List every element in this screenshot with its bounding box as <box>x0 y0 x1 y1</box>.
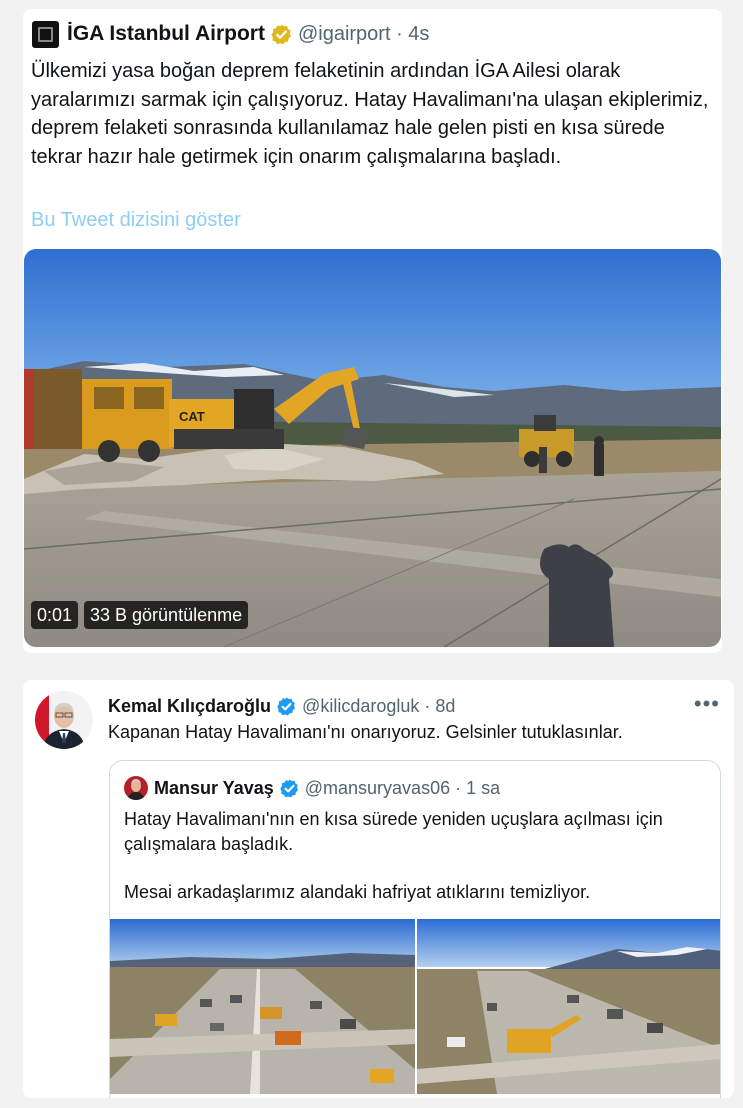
quoted-text-paragraph-2: Mesai arkadaşlarımız alandaki hafriyat a… <box>124 882 591 902</box>
verified-blue-icon <box>280 778 298 798</box>
tweet-card-kilicdarogluk[interactable]: Kemal Kılıçdaroğlu @kilicdarogluk · 8d •… <box>23 680 734 1098</box>
verified-blue-icon <box>277 696 296 716</box>
quoted-photo-grid <box>110 919 720 1094</box>
kilicdaroglu-avatar-image <box>35 691 93 749</box>
author-handle-time[interactable]: @igairport · 4s <box>298 23 429 46</box>
quoted-photo-1[interactable] <box>110 919 415 1094</box>
author-name[interactable]: Kemal Kılıçdaroğlu <box>108 696 271 717</box>
aerial-runway-photo-1 <box>110 919 415 1094</box>
yavas-avatar-image <box>124 776 148 800</box>
verified-gold-icon <box>271 23 291 44</box>
tweet-text: Kapanan Hatay Havalimanı'nı onarıyoruz. … <box>108 722 623 742</box>
author-name[interactable]: İGA Istanbul Airport <box>67 22 265 46</box>
tweet-header: İGA Istanbul Airport @igairport · 4s <box>32 20 429 48</box>
video-thumbnail-runway: CAT <box>24 249 721 647</box>
quoted-author-name: Mansur Yavaş <box>154 777 274 798</box>
video-time-badge: 0:01 <box>31 601 79 629</box>
quoted-avatar <box>124 776 148 800</box>
more-horizontal-icon[interactable]: ••• <box>694 693 720 715</box>
author-handle-time[interactable]: @kilicdarogluk · 8d <box>302 696 455 717</box>
video-player[interactable]: CAT 0:01 33 B görüntülenme <box>24 249 721 647</box>
tweet-text: Ülkemizi yasa boğan deprem felaketinin a… <box>31 60 709 168</box>
quoted-tweet-header: Mansur Yavaş @mansuryavas06 · 1 sa <box>124 775 500 801</box>
tweet-header: Kemal Kılıçdaroğlu @kilicdarogluk · 8d <box>108 693 455 719</box>
video-views-badge: 33 B görüntülenme <box>84 601 249 629</box>
svg-text:CAT: CAT <box>179 409 205 424</box>
iga-avatar[interactable] <box>32 20 59 48</box>
show-thread-link[interactable]: Bu Tweet dizisini göster <box>31 209 241 232</box>
avatar[interactable] <box>35 691 93 749</box>
aerial-runway-photo-2 <box>417 919 720 1094</box>
quoted-author-handle-time: @mansuryavas06 · 1 sa <box>304 777 501 798</box>
quoted-text-paragraph-1: Hatay Havalimanı'nın en kısa sürede yeni… <box>124 809 663 854</box>
quoted-tweet[interactable]: Mansur Yavaş @mansuryavas06 · 1 sa Hatay… <box>109 760 721 1098</box>
tweet-card-igairport[interactable]: İGA Istanbul Airport @igairport · 4s Ülk… <box>23 9 722 653</box>
quoted-tweet-text: Hatay Havalimanı'nın en kısa sürede yeni… <box>124 807 704 905</box>
quoted-photo-2[interactable] <box>417 919 720 1094</box>
